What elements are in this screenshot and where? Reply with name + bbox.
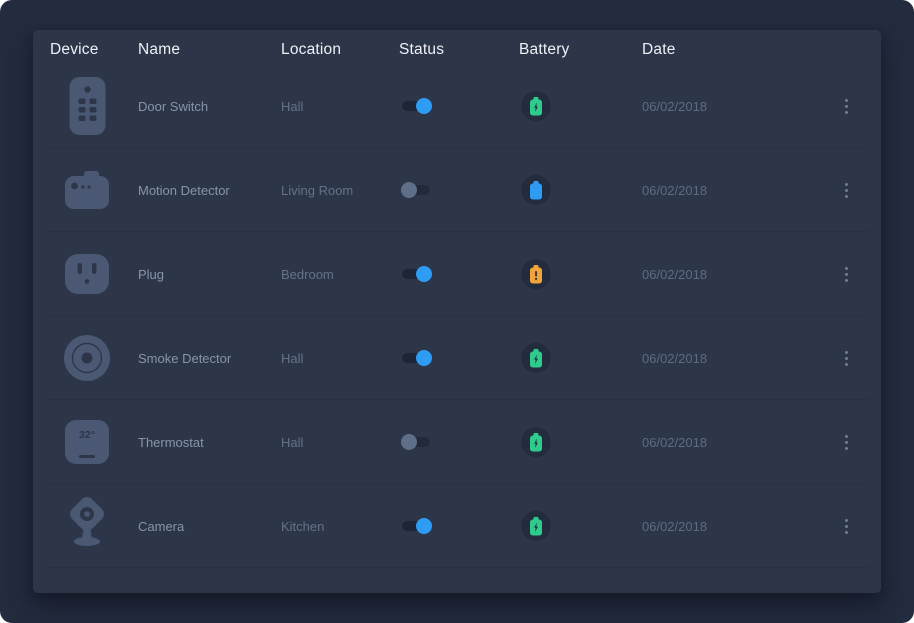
device-name: Smoke Detector <box>138 351 281 366</box>
device-icon-wrap <box>64 335 110 381</box>
device-date: 06/02/2018 <box>642 267 839 282</box>
menu-dot <box>845 357 848 360</box>
device-name: Camera <box>138 519 281 534</box>
device-location: Hall <box>281 99 399 114</box>
device-icon-wrap: 32° <box>65 420 109 464</box>
status-toggle[interactable] <box>402 434 430 450</box>
thermostat-temp-text: 32° <box>79 429 95 441</box>
battery-icon <box>530 349 542 368</box>
toggle-knob <box>401 182 417 198</box>
battery-icon <box>530 265 542 284</box>
menu-dot <box>845 519 848 522</box>
row-menu-button[interactable] <box>839 349 853 368</box>
device-date: 06/02/2018 <box>642 351 839 366</box>
status-toggle[interactable] <box>402 98 430 114</box>
device-icon-wrap <box>69 77 106 135</box>
status-toggle[interactable] <box>402 266 430 282</box>
battery-indicator <box>521 343 551 373</box>
device-date: 06/02/2018 <box>642 183 839 198</box>
device-location: Kitchen <box>281 519 399 534</box>
table-row: 32° Thermostat Hall <box>33 400 881 484</box>
battery-icon <box>530 97 542 116</box>
device-location: Living Room <box>281 183 399 198</box>
battery-indicator <box>521 259 551 289</box>
device-date: 06/02/2018 <box>642 435 839 450</box>
menu-dot <box>845 273 848 276</box>
toggle-knob <box>416 266 432 282</box>
device-name: Motion Detector <box>138 183 281 198</box>
battery-indicator <box>521 511 551 541</box>
table-row: Motion Detector Living Room <box>33 148 881 232</box>
menu-dot <box>845 531 848 534</box>
menu-dot <box>845 441 848 444</box>
app-background: Device Name Location Status Battery Date <box>0 0 914 623</box>
device-icon-wrap <box>65 254 109 294</box>
menu-dot <box>845 183 848 186</box>
toggle-knob <box>401 434 417 450</box>
column-header-device: Device <box>50 41 138 59</box>
device-location: Hall <box>281 351 399 366</box>
battery-icon <box>530 517 542 536</box>
device-name: Door Switch <box>138 99 281 114</box>
menu-dot <box>845 351 848 354</box>
device-name: Thermostat <box>138 435 281 450</box>
row-menu-button[interactable] <box>839 433 853 452</box>
menu-dot <box>845 267 848 270</box>
thermostat-icon: 32° <box>65 420 109 464</box>
menu-dot <box>845 189 848 192</box>
device-icon-wrap <box>64 497 110 555</box>
menu-dot <box>845 105 848 108</box>
menu-dot <box>845 111 848 114</box>
table-row: Camera Kitchen 06/02/201 <box>33 484 881 568</box>
table-body: Door Switch Hall 06/02/2 <box>33 64 881 568</box>
column-header-date: Date <box>642 41 839 59</box>
toggle-knob <box>416 350 432 366</box>
column-header-name: Name <box>138 41 281 59</box>
device-table-panel: Device Name Location Status Battery Date <box>33 30 881 593</box>
status-toggle[interactable] <box>402 182 430 198</box>
column-header-status: Status <box>399 41 519 59</box>
battery-indicator <box>521 175 551 205</box>
table-row: Smoke Detector Hall 06/0 <box>33 316 881 400</box>
row-menu-button[interactable] <box>839 517 853 536</box>
toggle-knob <box>416 98 432 114</box>
status-toggle[interactable] <box>402 518 430 534</box>
row-menu-button[interactable] <box>839 97 853 116</box>
toggle-knob <box>416 518 432 534</box>
battery-icon <box>530 433 542 452</box>
battery-indicator <box>521 91 551 121</box>
menu-dot <box>845 279 848 282</box>
device-location: Bedroom <box>281 267 399 282</box>
menu-dot <box>845 99 848 102</box>
camera-icon <box>64 497 110 555</box>
remote-icon <box>69 77 106 135</box>
device-date: 06/02/2018 <box>642 99 839 114</box>
status-toggle[interactable] <box>402 350 430 366</box>
menu-dot <box>845 195 848 198</box>
menu-dot <box>845 447 848 450</box>
smoke-detector-icon <box>64 335 110 381</box>
row-menu-button[interactable] <box>839 265 853 284</box>
table-header-row: Device Name Location Status Battery Date <box>33 30 881 64</box>
menu-dot <box>845 525 848 528</box>
menu-dot <box>845 363 848 366</box>
device-icon-wrap <box>65 171 109 209</box>
row-menu-button[interactable] <box>839 181 853 200</box>
table-row: Door Switch Hall 06/02/2 <box>33 64 881 148</box>
device-date: 06/02/2018 <box>642 519 839 534</box>
motion-detector-icon <box>65 171 109 209</box>
battery-icon <box>530 181 542 200</box>
menu-dot <box>845 435 848 438</box>
column-header-battery: Battery <box>519 41 642 59</box>
device-location: Hall <box>281 435 399 450</box>
table-row: Plug Bedroom 06/02/2018 <box>33 232 881 316</box>
plug-icon <box>65 254 109 294</box>
device-name: Plug <box>138 267 281 282</box>
battery-indicator <box>521 427 551 457</box>
column-header-location: Location <box>281 41 399 59</box>
